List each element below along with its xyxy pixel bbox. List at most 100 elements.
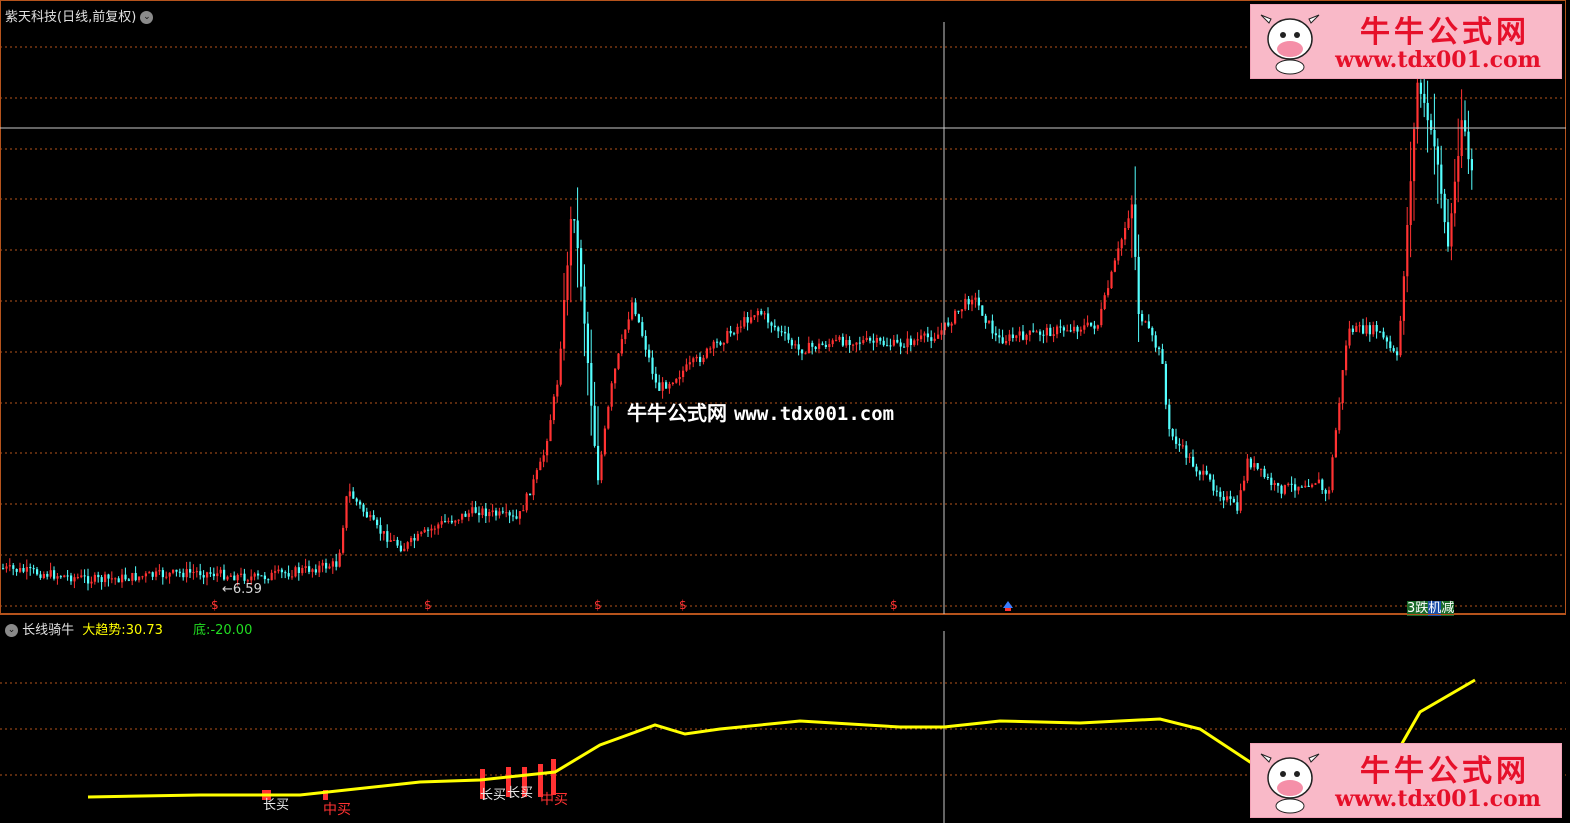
signal-label: 长买 <box>263 798 290 813</box>
candle-body <box>284 572 287 574</box>
candle-body <box>321 562 324 566</box>
candle-body <box>1093 325 1096 329</box>
candle-body <box>318 565 321 573</box>
candle-body <box>865 337 868 340</box>
chevron-down-icon[interactable]: ⌄ <box>140 11 154 24</box>
candle-body <box>688 362 691 365</box>
candle-body <box>960 309 963 312</box>
candle-body <box>314 569 317 573</box>
candle-body <box>1069 330 1072 332</box>
candle-body <box>566 265 569 300</box>
candle-body <box>668 384 671 389</box>
candle-body <box>66 575 69 577</box>
candle-body <box>240 573 243 575</box>
candle-body <box>219 569 222 574</box>
candle-body <box>114 578 117 580</box>
candle-body <box>233 575 236 581</box>
candle-body <box>308 566 311 572</box>
candle-body <box>345 496 348 528</box>
candle-body <box>80 575 83 578</box>
candle-body <box>90 581 93 584</box>
candle-body <box>794 344 797 346</box>
candle-body <box>797 344 800 350</box>
watermark-bottom: 牛牛公式网 www.tdx001.com <box>1250 743 1562 818</box>
candle-body <box>665 382 668 389</box>
candle-body <box>729 331 732 334</box>
candle-body <box>869 337 872 341</box>
candle-body <box>899 342 902 347</box>
candle-body <box>1134 204 1137 257</box>
candle-body <box>1348 328 1351 346</box>
candle-body <box>49 570 52 577</box>
candle-body <box>862 340 865 344</box>
candle-body <box>838 336 841 340</box>
candle-body <box>1358 325 1361 327</box>
price-panel[interactable]: 紫天科技(日线,前复权) ⌄ ←6.59 $ $ $ $ $ 3跌机减 牛牛公式… <box>0 0 1566 616</box>
candle-body <box>1219 491 1222 497</box>
candle-body <box>206 572 209 578</box>
candle-body <box>1321 479 1324 490</box>
candle-body <box>818 343 821 349</box>
candle-body <box>161 570 164 578</box>
candle-body <box>597 445 600 481</box>
candle-body <box>1175 436 1178 444</box>
candle-body <box>1083 325 1086 330</box>
candle-body <box>590 363 593 406</box>
candle-body <box>695 356 698 359</box>
trend-label: 大趋势: <box>82 623 126 638</box>
candle-body <box>821 343 824 345</box>
candle-body <box>36 569 39 575</box>
candle-body <box>780 331 783 333</box>
candle-body <box>835 339 838 341</box>
chevron-down-icon[interactable]: ⌄ <box>5 624 18 637</box>
candle-body <box>1287 483 1290 485</box>
candle-body <box>250 576 253 581</box>
candle-body <box>338 552 341 567</box>
candle-body <box>185 569 188 578</box>
candle-body <box>260 575 263 577</box>
candle-body <box>172 569 175 573</box>
candle-body <box>603 428 606 455</box>
candle-body <box>192 571 195 573</box>
candlestick-chart[interactable] <box>0 0 1566 614</box>
event-marker-icon[interactable]: $ <box>594 598 602 612</box>
candle-body <box>1467 131 1470 160</box>
candle-body <box>940 330 943 335</box>
candle-body <box>1246 458 1249 481</box>
event-marker-icon[interactable]: $ <box>679 598 687 612</box>
candle-body <box>1334 430 1337 458</box>
candle-body <box>529 493 532 496</box>
candle-body <box>444 521 447 523</box>
signal-label: 中买 <box>323 802 351 818</box>
candle-body <box>304 566 307 568</box>
candle-body <box>563 300 566 349</box>
right-axis-strip <box>1566 0 1570 823</box>
candle-body <box>787 333 790 340</box>
candlestick-series <box>2 67 1473 591</box>
panel-border <box>0 0 1566 614</box>
candle-body <box>716 341 719 343</box>
candle-body <box>437 524 440 529</box>
event-marker-icon[interactable]: $ <box>211 598 219 612</box>
candle-body <box>1137 256 1140 314</box>
blue-arrow-up-icon[interactable] <box>1002 600 1014 612</box>
candle-body <box>1304 485 1307 488</box>
candle-body <box>804 353 807 355</box>
candle-body <box>474 507 477 513</box>
candle-body <box>1195 466 1198 472</box>
event-marker-icon[interactable]: $ <box>890 598 898 612</box>
candle-body <box>1453 181 1456 214</box>
candle-body <box>1426 102 1429 121</box>
candle-body <box>512 515 515 517</box>
candle-body <box>1355 326 1358 332</box>
candle-body <box>491 510 494 513</box>
candle-body <box>1311 484 1314 487</box>
candle-body <box>1406 225 1409 277</box>
event-marker-icon[interactable]: $ <box>424 598 432 612</box>
candle-body <box>1430 120 1433 130</box>
candle-body <box>549 420 552 442</box>
candle-body <box>977 297 980 306</box>
candle-body <box>389 540 392 542</box>
candle-body <box>1416 82 1419 129</box>
candle-body <box>399 545 402 552</box>
